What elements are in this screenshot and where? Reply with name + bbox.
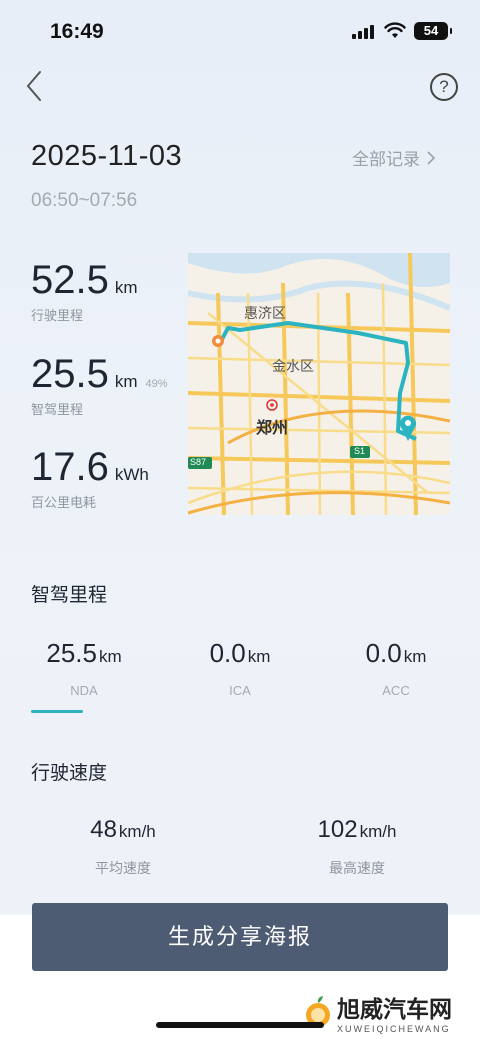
speed-value: 102 [317,816,358,843]
tab-unit: km [403,647,427,666]
tab-value: 0.0 [365,638,402,668]
signal-icon [352,25,376,39]
map-label-city: 郑州 [256,420,289,437]
tab-label: NDA [70,683,98,698]
map-label-district: 惠济区 [244,305,286,321]
stat-value: 17.6 [31,445,109,489]
route-map[interactable]: 惠济区 金水区 郑州 S87 S1 [188,253,450,515]
tab-nda[interactable]: 25.5 km NDA [14,638,154,698]
stat-smart-distance: 25.5 km 49% 智驾里程 [31,352,168,418]
home-indicator [156,1022,324,1028]
battery-icon: 54 [414,22,452,40]
stat-label: 百公里电耗 [31,495,97,510]
stat-label: 智驾里程 [31,402,84,417]
status-bar: 16:49 54 [0,0,480,56]
tab-unit: km [98,647,122,666]
smart-driving-title: 智驾里程 [31,585,108,606]
map-background [188,253,450,515]
stat-total-distance: 52.5 km 行驶里程 [31,258,138,324]
watermark-title: 旭威汽车网 [337,996,452,1022]
average-speed: 48 km/h 平均速度 [23,816,223,878]
tab-acc[interactable]: 0.0 km ACC [326,638,466,698]
active-tab-indicator [31,710,83,713]
tab-ica[interactable]: 0.0 km ICA [170,638,310,698]
chevron-right-icon [427,150,436,165]
speed-value: 48 [90,816,117,843]
tab-value: 25.5 [46,638,97,668]
wifi-icon [384,22,406,38]
trip-date: 2025-11-03 [31,140,183,172]
speed-label: 最高速度 [329,860,385,876]
stat-percent: 49% [145,378,168,390]
map-road-badge: S1 [354,446,366,456]
generate-poster-button[interactable]: 生成分享海报 [32,903,448,971]
speed-title: 行驶速度 [31,763,108,784]
stat-unit: km [114,278,138,297]
trip-time-range: 06:50~07:56 [31,190,138,211]
tab-unit: km [247,647,271,666]
speed-unit: km/h [118,822,156,841]
speed-label: 平均速度 [95,860,151,876]
map-label-district: 金水区 [272,358,314,374]
stat-value: 25.5 [31,352,109,396]
all-records-label: 全部记录 [352,150,420,169]
watermark: 旭威汽车网 XUWEIQICHEWANG [303,990,452,1034]
stat-label: 行驶里程 [31,308,84,323]
tab-value: 0.0 [209,638,246,668]
chevron-left-icon[interactable] [22,68,52,104]
tab-label: ICA [229,683,251,698]
max-speed: 102 km/h 最高速度 [257,816,457,878]
watermark-subtitle: XUWEIQICHEWANG [337,1024,451,1034]
all-records-link[interactable]: 全部记录 [352,145,436,170]
map-road-badge: S87 [190,457,207,467]
question-circle-icon[interactable]: ? [430,73,458,101]
stat-energy: 17.6 kWh 百公里电耗 [31,445,149,511]
speed-unit: km/h [359,822,397,841]
tab-label: ACC [382,683,410,698]
stat-value: 52.5 [31,258,109,302]
stat-unit: km [114,372,138,391]
stat-unit: kWh [114,465,149,484]
status-time: 16:49 [50,20,104,43]
